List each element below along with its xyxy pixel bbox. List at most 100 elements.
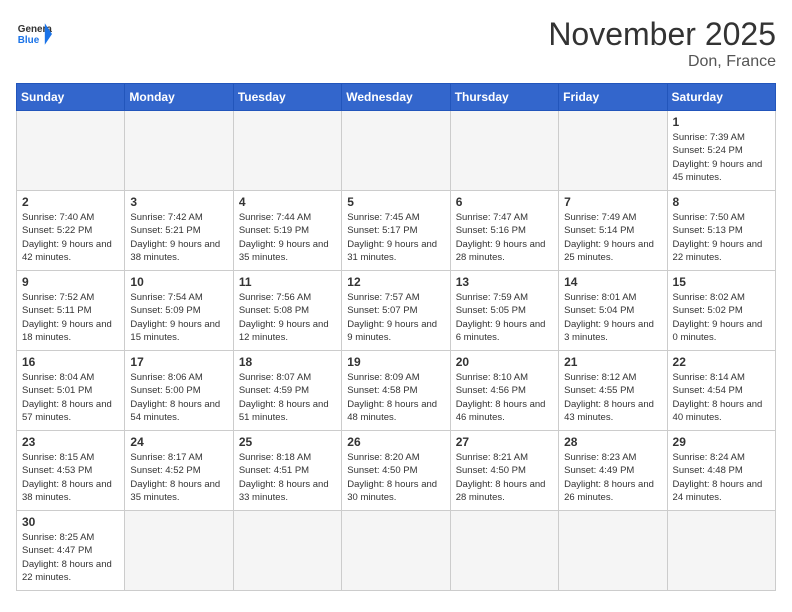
col-header-wednesday: Wednesday bbox=[342, 84, 450, 111]
day-cell: 1 Sunrise: 7:39 AM Sunset: 5:24 PM Daylig… bbox=[667, 111, 775, 191]
day-info: Sunrise: 7:50 AM Sunset: 5:13 PM Dayligh… bbox=[673, 211, 770, 264]
day-cell bbox=[125, 111, 233, 191]
day-cell: 29 Sunrise: 8:24 AM Sunset: 4:48 PM Dayli… bbox=[667, 431, 775, 511]
day-info: Sunrise: 8:02 AM Sunset: 5:02 PM Dayligh… bbox=[673, 291, 770, 344]
month-title: November 2025 bbox=[548, 16, 776, 53]
day-number: 7 bbox=[564, 195, 661, 209]
day-number: 4 bbox=[239, 195, 336, 209]
day-info: Sunrise: 8:17 AM Sunset: 4:52 PM Dayligh… bbox=[130, 451, 227, 504]
day-cell: 7 Sunrise: 7:49 AM Sunset: 5:14 PM Daylig… bbox=[559, 191, 667, 271]
day-cell: 21 Sunrise: 8:12 AM Sunset: 4:55 PM Dayli… bbox=[559, 351, 667, 431]
day-number: 15 bbox=[673, 275, 770, 289]
day-info: Sunrise: 8:15 AM Sunset: 4:53 PM Dayligh… bbox=[22, 451, 119, 504]
day-number: 18 bbox=[239, 355, 336, 369]
day-number: 12 bbox=[347, 275, 444, 289]
col-header-tuesday: Tuesday bbox=[233, 84, 341, 111]
week-row-5: 30 Sunrise: 8:25 AM Sunset: 4:47 PM Dayli… bbox=[17, 511, 776, 591]
day-cell: 12 Sunrise: 7:57 AM Sunset: 5:07 PM Dayli… bbox=[342, 271, 450, 351]
day-cell: 23Sunrise: 8:15 AM Sunset: 4:53 PM Dayli… bbox=[17, 431, 125, 511]
day-info: Sunrise: 8:09 AM Sunset: 4:58 PM Dayligh… bbox=[347, 371, 444, 424]
logo-icon: General Blue bbox=[16, 16, 52, 52]
day-number: 13 bbox=[456, 275, 553, 289]
day-cell bbox=[667, 511, 775, 591]
day-cell: 11Sunrise: 7:56 AM Sunset: 5:08 PM Dayli… bbox=[233, 271, 341, 351]
day-info: Sunrise: 8:21 AM Sunset: 4:50 PM Dayligh… bbox=[456, 451, 553, 504]
day-info: Sunrise: 8:23 AM Sunset: 4:49 PM Dayligh… bbox=[564, 451, 661, 504]
day-number: 30 bbox=[22, 515, 119, 529]
day-cell: 19 Sunrise: 8:09 AM Sunset: 4:58 PM Dayli… bbox=[342, 351, 450, 431]
day-number: 19 bbox=[347, 355, 444, 369]
day-cell: 15 Sunrise: 8:02 AM Sunset: 5:02 PM Dayli… bbox=[667, 271, 775, 351]
page-header: General Blue November 2025 Don, France bbox=[16, 16, 776, 71]
day-number: 20 bbox=[456, 355, 553, 369]
day-number: 3 bbox=[130, 195, 227, 209]
day-number: 16 bbox=[22, 355, 119, 369]
day-info: Sunrise: 7:49 AM Sunset: 5:14 PM Dayligh… bbox=[564, 211, 661, 264]
day-info: Sunrise: 7:54 AM Sunset: 5:09 PM Dayligh… bbox=[130, 291, 227, 344]
day-number: 24 bbox=[130, 435, 227, 449]
col-header-sunday: Sunday bbox=[17, 84, 125, 111]
day-info: Sunrise: 7:47 AM Sunset: 5:16 PM Dayligh… bbox=[456, 211, 553, 264]
day-number: 29 bbox=[673, 435, 770, 449]
day-number: 8 bbox=[673, 195, 770, 209]
week-row-2: 9 Sunrise: 7:52 AM Sunset: 5:11 PM Daylig… bbox=[17, 271, 776, 351]
day-info: Sunrise: 7:59 AM Sunset: 5:05 PM Dayligh… bbox=[456, 291, 553, 344]
day-info: Sunrise: 8:20 AM Sunset: 4:50 PM Dayligh… bbox=[347, 451, 444, 504]
day-cell: 8 Sunrise: 7:50 AM Sunset: 5:13 PM Daylig… bbox=[667, 191, 775, 271]
day-info: Sunrise: 8:04 AM Sunset: 5:01 PM Dayligh… bbox=[22, 371, 119, 424]
day-cell: 22 Sunrise: 8:14 AM Sunset: 4:54 PM Dayli… bbox=[667, 351, 775, 431]
col-header-monday: Monday bbox=[125, 84, 233, 111]
col-header-thursday: Thursday bbox=[450, 84, 558, 111]
day-number: 11 bbox=[239, 275, 336, 289]
day-info: Sunrise: 7:42 AM Sunset: 5:21 PM Dayligh… bbox=[130, 211, 227, 264]
day-cell bbox=[125, 511, 233, 591]
day-cell bbox=[342, 111, 450, 191]
col-header-friday: Friday bbox=[559, 84, 667, 111]
day-info: Sunrise: 8:12 AM Sunset: 4:55 PM Dayligh… bbox=[564, 371, 661, 424]
day-cell bbox=[559, 511, 667, 591]
day-info: Sunrise: 8:25 AM Sunset: 4:47 PM Dayligh… bbox=[22, 531, 119, 584]
title-block: November 2025 Don, France bbox=[548, 16, 776, 71]
week-row-1: 2Sunrise: 7:40 AM Sunset: 5:22 PM Daylig… bbox=[17, 191, 776, 271]
day-cell bbox=[17, 111, 125, 191]
week-row-3: 16 Sunrise: 8:04 AM Sunset: 5:01 PM Dayli… bbox=[17, 351, 776, 431]
day-number: 10 bbox=[130, 275, 227, 289]
day-info: Sunrise: 8:14 AM Sunset: 4:54 PM Dayligh… bbox=[673, 371, 770, 424]
day-number: 14 bbox=[564, 275, 661, 289]
day-cell: 27 Sunrise: 8:21 AM Sunset: 4:50 PM Dayli… bbox=[450, 431, 558, 511]
day-info: Sunrise: 7:52 AM Sunset: 5:11 PM Dayligh… bbox=[22, 291, 119, 344]
day-number: 17 bbox=[130, 355, 227, 369]
day-cell: 6Sunrise: 7:47 AM Sunset: 5:16 PM Daylig… bbox=[450, 191, 558, 271]
calendar-header-row: SundayMondayTuesdayWednesdayThursdayFrid… bbox=[17, 84, 776, 111]
day-info: Sunrise: 8:07 AM Sunset: 4:59 PM Dayligh… bbox=[239, 371, 336, 424]
day-number: 21 bbox=[564, 355, 661, 369]
day-cell: 18 Sunrise: 8:07 AM Sunset: 4:59 PM Dayli… bbox=[233, 351, 341, 431]
day-info: Sunrise: 8:06 AM Sunset: 5:00 PM Dayligh… bbox=[130, 371, 227, 424]
day-cell: 2Sunrise: 7:40 AM Sunset: 5:22 PM Daylig… bbox=[17, 191, 125, 271]
svg-text:Blue: Blue bbox=[18, 35, 40, 46]
location: Don, France bbox=[548, 53, 776, 71]
calendar-table: SundayMondayTuesdayWednesdayThursdayFrid… bbox=[16, 83, 776, 591]
day-number: 27 bbox=[456, 435, 553, 449]
day-info: Sunrise: 8:24 AM Sunset: 4:48 PM Dayligh… bbox=[673, 451, 770, 504]
day-info: Sunrise: 8:01 AM Sunset: 5:04 PM Dayligh… bbox=[564, 291, 661, 344]
day-cell: 30 Sunrise: 8:25 AM Sunset: 4:47 PM Dayli… bbox=[17, 511, 125, 591]
day-cell: 3 Sunrise: 7:42 AM Sunset: 5:21 PM Daylig… bbox=[125, 191, 233, 271]
day-info: Sunrise: 8:18 AM Sunset: 4:51 PM Dayligh… bbox=[239, 451, 336, 504]
col-header-saturday: Saturday bbox=[667, 84, 775, 111]
day-info: Sunrise: 7:44 AM Sunset: 5:19 PM Dayligh… bbox=[239, 211, 336, 264]
day-info: Sunrise: 7:39 AM Sunset: 5:24 PM Dayligh… bbox=[673, 131, 770, 184]
day-number: 1 bbox=[673, 115, 770, 129]
day-number: 5 bbox=[347, 195, 444, 209]
day-cell: 14 Sunrise: 8:01 AM Sunset: 5:04 PM Dayli… bbox=[559, 271, 667, 351]
day-cell bbox=[450, 111, 558, 191]
day-cell bbox=[233, 511, 341, 591]
day-cell: 26Sunrise: 8:20 AM Sunset: 4:50 PM Dayli… bbox=[342, 431, 450, 511]
day-number: 22 bbox=[673, 355, 770, 369]
day-cell: 28Sunrise: 8:23 AM Sunset: 4:49 PM Dayli… bbox=[559, 431, 667, 511]
day-number: 2 bbox=[22, 195, 119, 209]
day-number: 9 bbox=[22, 275, 119, 289]
day-cell: 24 Sunrise: 8:17 AM Sunset: 4:52 PM Dayli… bbox=[125, 431, 233, 511]
day-info: Sunrise: 7:57 AM Sunset: 5:07 PM Dayligh… bbox=[347, 291, 444, 344]
day-number: 25 bbox=[239, 435, 336, 449]
